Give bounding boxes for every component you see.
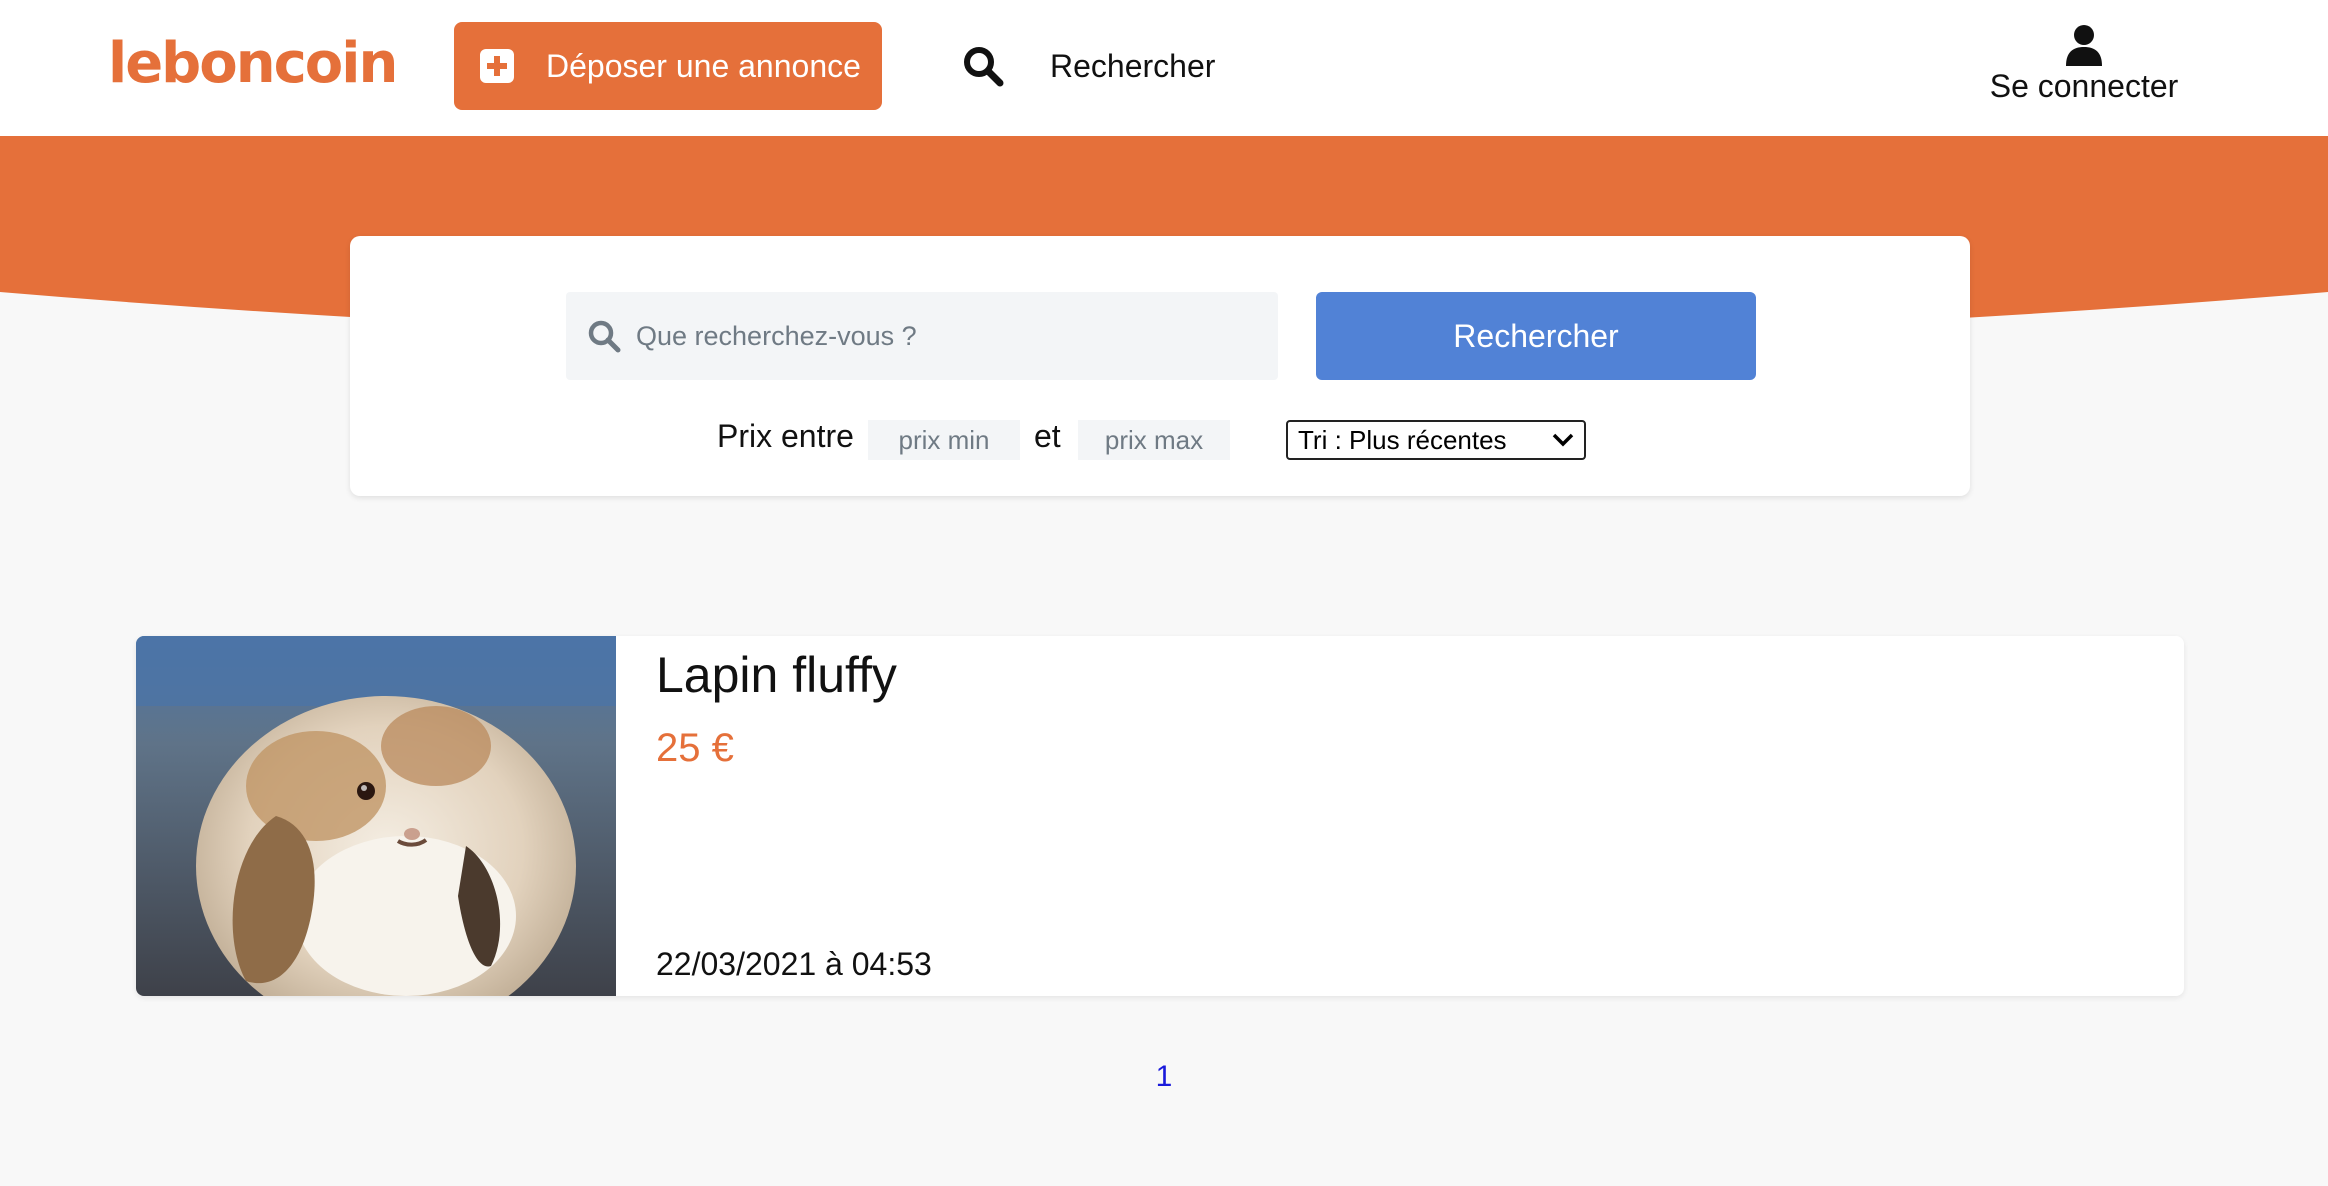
listing-price: 25 € [656, 726, 734, 770]
listing-date: 22/03/2021 à 04:53 [656, 946, 932, 982]
page-link-1[interactable]: 1 [1156, 1060, 1173, 1093]
chevron-down-icon [1552, 433, 1574, 447]
post-ad-button[interactable]: Déposer une annonce [454, 22, 882, 110]
search-nav-link[interactable]: Rechercher [962, 40, 1215, 92]
price-min-input[interactable] [868, 420, 1020, 460]
price-range-label: Prix entre [717, 418, 854, 454]
login-label: Se connecter [1989, 68, 2179, 104]
rabbit-photo [136, 636, 616, 996]
leboncoin-logo[interactable]: leboncoin [108, 26, 398, 102]
user-icon [2066, 25, 2102, 66]
sort-select[interactable]: Tri : Plus récentes [1286, 420, 1586, 460]
listing-card[interactable]: Lapin fluffy 25 € 22/03/2021 à 04:53 [136, 636, 2184, 996]
search-icon [964, 47, 1004, 87]
search-box[interactable] [566, 292, 1278, 380]
login-link[interactable]: Se connecter [1984, 24, 2184, 105]
search-input[interactable] [636, 320, 1236, 352]
price-max-input[interactable] [1078, 420, 1230, 460]
sort-selected-value: Tri : Plus récentes [1298, 424, 1507, 455]
price-and-label: et [1034, 418, 1061, 454]
pagination: 1 [0, 1060, 2328, 1094]
search-nav-label: Rechercher [1050, 47, 1216, 84]
post-ad-label: Déposer une annonce [546, 47, 861, 84]
top-header: leboncoin Déposer une annonce Rechercher… [0, 0, 2328, 136]
search-submit-button[interactable]: Rechercher [1316, 292, 1756, 380]
filters-row: Prix entre et Tri : Plus récentes [350, 412, 1970, 464]
plus-square-icon [480, 49, 514, 83]
search-panel: Rechercher Prix entre et Tri : Plus réce… [350, 236, 1970, 496]
listing-title[interactable]: Lapin fluffy [656, 646, 897, 704]
magnifier-icon [588, 320, 621, 353]
